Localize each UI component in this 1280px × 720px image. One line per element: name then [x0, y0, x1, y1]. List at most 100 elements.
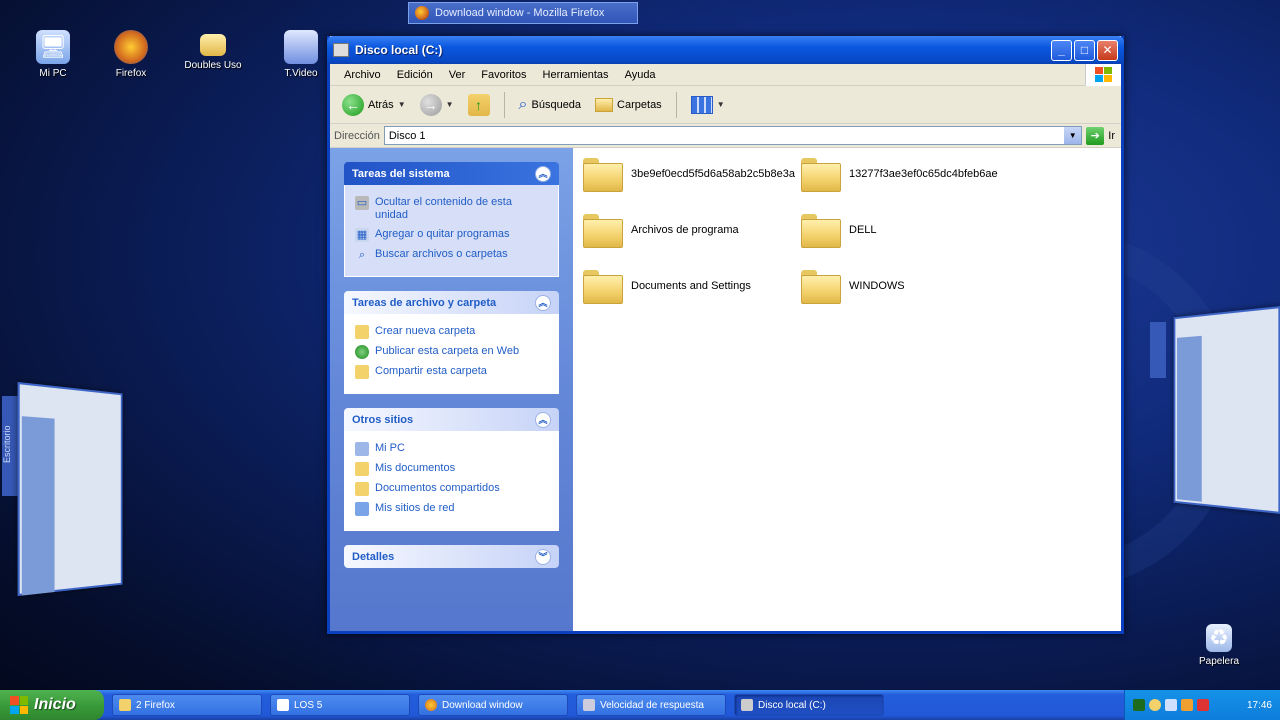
place-link[interactable]: Mis sitios de red — [355, 502, 548, 516]
back-label: Atrás — [368, 98, 394, 111]
task-link[interactable]: Publicar esta carpeta en Web — [355, 345, 548, 359]
folder-item[interactable]: 3be9ef0ecd5f5d6a58ab2c5b8e3a — [583, 158, 795, 192]
minimize-button[interactable]: _ — [1051, 39, 1072, 61]
menu-archivo[interactable]: Archivo — [336, 67, 389, 83]
place-link[interactable]: Documentos compartidos — [355, 482, 548, 496]
task-link[interactable]: Crear nueva carpeta — [355, 325, 548, 339]
folder-item[interactable]: 13277f3ae3ef0c65dc4bfeb6ae — [801, 158, 998, 192]
close-button[interactable]: ✕ — [1097, 39, 1118, 61]
up-folder-button[interactable]: ↑ — [464, 92, 494, 118]
desktop-icon-label: Doubles Uso — [184, 60, 242, 71]
desktop-icon-label: Firefox — [115, 68, 147, 79]
desktop-icon-my-computer[interactable]: 🖥 Mi PC — [18, 30, 88, 79]
chevron-up-icon[interactable]: ︽ — [535, 165, 551, 182]
taskbar-item-label: LOS 5 — [294, 699, 323, 711]
network-icon — [355, 502, 369, 516]
forward-arrow-icon: → — [419, 93, 442, 116]
desktop-icon-video[interactable]: T.Video — [266, 30, 336, 79]
views-button[interactable]: ▼ — [687, 94, 729, 116]
task-link[interactable]: ⌕ Buscar archivos o carpetas — [355, 248, 548, 262]
address-input[interactable]: Disco 1 ▼ — [383, 126, 1083, 145]
taskbar-item-label: Disco local (C:) — [758, 699, 826, 711]
floating-window-title: Download window - Mozilla Firefox — [435, 7, 605, 19]
task-link[interactable]: ▦ Agregar o quitar programas — [355, 228, 548, 242]
chevron-down-icon[interactable]: ︾ — [535, 548, 551, 565]
place-link[interactable]: Mis documentos — [355, 462, 548, 476]
place-link-label: Mi PC — [375, 442, 405, 454]
menu-ayuda[interactable]: Ayuda — [617, 67, 664, 83]
go-arrow-icon[interactable]: ➔ — [1086, 126, 1105, 145]
taskbar-item[interactable]: LOS 5 — [270, 694, 410, 716]
panel-header[interactable]: Detalles ︾ — [344, 545, 559, 568]
drive-icon — [741, 699, 753, 711]
desktop-icon-folder[interactable]: Doubles Uso — [178, 34, 248, 71]
taskbar-item[interactable]: 2 Firefox — [112, 694, 262, 716]
window-title: Disco local (C:) — [355, 43, 443, 57]
folder-name: WINDOWS — [849, 280, 905, 292]
go-button-label[interactable]: Ir — [1108, 130, 1115, 142]
menu-favoritos[interactable]: Favoritos — [473, 67, 534, 83]
chevron-up-icon[interactable]: ︽ — [535, 294, 551, 311]
taskbar-item-active[interactable]: Disco local (C:) — [734, 694, 884, 716]
toolbar-separator — [675, 91, 677, 118]
panel-header[interactable]: Otros sitios ︽ — [344, 408, 559, 431]
search-button[interactable]: ⌕ Búsqueda — [515, 94, 586, 116]
menu-edicion[interactable]: Edición — [389, 67, 441, 83]
windows-logo-icon — [1085, 64, 1121, 86]
folder-item[interactable]: Archivos de programa — [583, 214, 739, 248]
task-link-label: Compartir esta carpeta — [375, 365, 487, 377]
taskbar-item[interactable]: Velocidad de respuesta — [576, 694, 726, 716]
desktop-icon-firefox[interactable]: Firefox — [96, 30, 166, 79]
start-button[interactable]: Inicio — [0, 690, 104, 720]
forward-button[interactable]: → ▼ — [416, 92, 458, 118]
panel-other-places: Otros sitios ︽ Mi PC Mis documentos Docu… — [344, 408, 559, 531]
panel-body: Mi PC Mis documentos Documentos comparti… — [344, 431, 559, 531]
folder-icon — [583, 158, 623, 192]
folder-item[interactable]: DELL — [801, 214, 877, 248]
task-link[interactable]: Compartir esta carpeta — [355, 365, 548, 379]
panel-title: Tareas de archivo y carpeta — [352, 296, 497, 309]
floating-window-tab[interactable]: Download window - Mozilla Firefox — [408, 2, 638, 24]
folder-item[interactable]: WINDOWS — [801, 270, 905, 304]
chevron-up-icon[interactable]: ︽ — [535, 411, 551, 428]
folder-name: Archivos de programa — [631, 224, 739, 236]
place-link[interactable]: Mi PC — [355, 442, 548, 456]
documents-icon — [355, 462, 369, 476]
tray-app-icon[interactable] — [1133, 699, 1145, 711]
taskbar-item[interactable]: Download window — [418, 694, 568, 716]
panel-title: Tareas del sistema — [352, 167, 450, 180]
task-link-label: Publicar esta carpeta en Web — [375, 345, 520, 357]
chevron-down-icon[interactable]: ▼ — [446, 100, 454, 109]
maximize-button[interactable]: □ — [1074, 39, 1095, 61]
file-list: 3be9ef0ecd5f5d6a58ab2c5b8e3a 13277f3ae3e… — [573, 148, 1121, 631]
task-link[interactable]: ▭ Ocultar el contenido de esta unidad — [355, 196, 548, 222]
chevron-down-icon[interactable]: ▼ — [1064, 127, 1082, 144]
desktop-icon-label: Papelera — [1198, 656, 1240, 667]
menu-ver[interactable]: Ver — [441, 67, 474, 83]
app-icon — [583, 699, 595, 711]
taskbar-item-label: 2 Firefox — [136, 699, 175, 711]
tray-shield-icon[interactable] — [1149, 699, 1161, 711]
folder-item[interactable]: Documents and Settings — [583, 270, 751, 304]
desktop-icon-recycle-bin[interactable]: ♻ Papelera — [1184, 624, 1254, 667]
desktop-icon-label: Mi PC — [39, 68, 67, 79]
side-window-left[interactable] — [17, 381, 123, 597]
task-link-label: Crear nueva carpeta — [375, 325, 476, 337]
folders-button[interactable]: Carpetas — [591, 96, 666, 114]
window-titlebar[interactable]: Disco local (C:) _ □ ✕ — [327, 36, 1124, 64]
folder-icon — [801, 270, 841, 304]
back-button[interactable]: ← Atrás ▼ — [338, 92, 410, 118]
panel-header[interactable]: Tareas del sistema ︽ — [344, 162, 559, 185]
panel-header[interactable]: Tareas de archivo y carpeta ︽ — [344, 291, 559, 314]
my-computer-icon: 🖥 — [36, 30, 70, 64]
tray-volume-icon[interactable] — [1181, 699, 1193, 711]
chevron-down-icon[interactable]: ▼ — [398, 100, 406, 109]
task-link-label: Buscar archivos o carpetas — [375, 248, 508, 260]
side-desktop-label-right — [1150, 322, 1166, 378]
menu-herramientas[interactable]: Herramientas — [535, 67, 617, 83]
tray-network-icon[interactable] — [1165, 699, 1177, 711]
side-window-right[interactable] — [1173, 306, 1280, 514]
tray-alert-icon[interactable] — [1197, 699, 1209, 711]
explorer-window: Disco local (C:) _ □ ✕ Archivo Edición V… — [327, 36, 1124, 634]
new-folder-icon — [355, 325, 369, 339]
